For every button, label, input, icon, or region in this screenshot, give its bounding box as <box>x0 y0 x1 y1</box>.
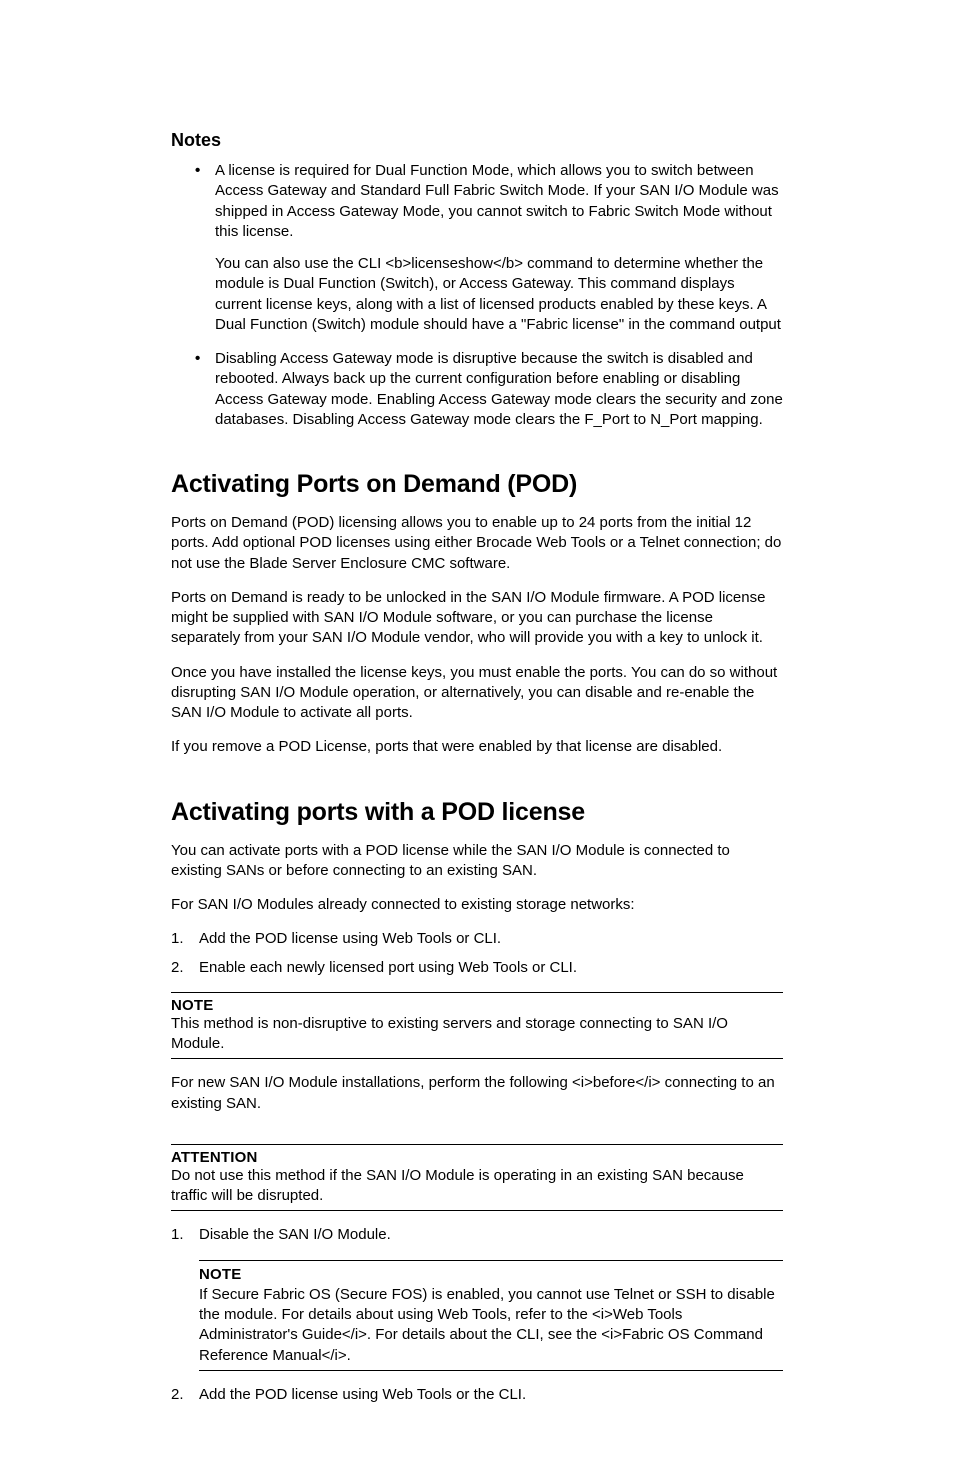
attention-text: Do not use this method if the SAN I/O Mo… <box>171 1166 783 1207</box>
attention-box: ATTENTION Do not use this method if the … <box>171 1144 783 1212</box>
notes-bullet-1-para-2: You can also use the CLI <b>licenseshow<… <box>215 254 783 335</box>
activating-intro: You can activate ports with a POD licens… <box>171 841 783 882</box>
activating-list-2: Disable the SAN I/O Module. NOTE If Secu… <box>171 1225 783 1405</box>
activating-list2-item-2: Add the POD license using Web Tools or t… <box>171 1385 783 1405</box>
notes-bullet-list: A license is required for Dual Function … <box>195 161 783 430</box>
notes-bullet-1-para-1: A license is required for Dual Function … <box>215 161 783 242</box>
note-label: NOTE <box>171 997 783 1014</box>
note-text-2: If Secure Fabric OS (Secure FOS) is enab… <box>199 1285 783 1366</box>
attention-label: ATTENTION <box>171 1149 783 1166</box>
note-box-1: NOTE This method is non-disruptive to ex… <box>171 992 783 1060</box>
activating-line2: For SAN I/O Modules already connected to… <box>171 895 783 915</box>
pod-para-2: Ports on Demand is ready to be unlocked … <box>171 588 783 649</box>
note-box-2: NOTE If Secure Fabric OS (Secure FOS) is… <box>199 1260 783 1371</box>
notes-bullet-2-para-1: Disabling Access Gateway mode is disrupt… <box>215 349 783 430</box>
activating-list1-item-1: Add the POD license using Web Tools or C… <box>171 929 783 949</box>
notes-bullet-1: A license is required for Dual Function … <box>195 161 783 335</box>
note-label-2: NOTE <box>199 1265 783 1285</box>
notes-heading: Notes <box>171 130 783 151</box>
pod-para-3: Once you have installed the license keys… <box>171 663 783 724</box>
pod-para-1: Ports on Demand (POD) licensing allows y… <box>171 513 783 574</box>
note-text: This method is non-disruptive to existin… <box>171 1014 783 1055</box>
activating-list2-item-1: Disable the SAN I/O Module. NOTE If Secu… <box>171 1225 783 1371</box>
document-page: Notes A license is required for Dual Fun… <box>87 0 867 1479</box>
pod-heading: Activating Ports on Demand (POD) <box>171 470 783 499</box>
activating-line3: For new SAN I/O Module installations, pe… <box>171 1073 783 1114</box>
activating-list1-item-2: Enable each newly licensed port using We… <box>171 958 783 978</box>
notes-bullet-2: Disabling Access Gateway mode is disrupt… <box>195 349 783 430</box>
activating-list-1: Add the POD license using Web Tools or C… <box>171 929 783 978</box>
pod-para-4: If you remove a POD License, ports that … <box>171 737 783 757</box>
activating-heading: Activating ports with a POD license <box>171 798 783 827</box>
